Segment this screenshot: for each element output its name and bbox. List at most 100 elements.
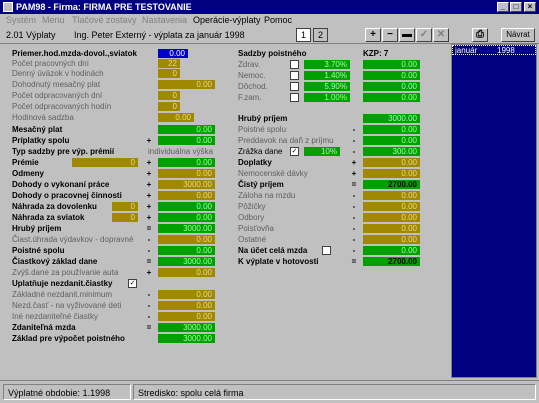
sign-cisty-prijem: = — [351, 180, 357, 189]
value-hodinova-sadzba[interactable]: 0.00 — [158, 113, 194, 122]
sign-nahrada-dovolenka: + — [146, 202, 152, 211]
value-pozicky[interactable]: 0.00 — [363, 202, 420, 211]
value-mesacny-plat: 0.00 — [158, 125, 215, 134]
value-typ-sadzby[interactable]: individuálna výška — [148, 147, 213, 156]
value-dohody-cinnost[interactable]: 0.00 — [158, 191, 215, 200]
value-odmeny[interactable]: 0.00 — [158, 169, 215, 178]
uplatnuje-checkbox[interactable]: ✓ — [128, 279, 137, 288]
value-poistovna[interactable]: 0.00 — [363, 224, 420, 233]
na-ucet-checkbox[interactable] — [322, 246, 331, 255]
label-ine-nezdanitelne: Iné nezdaniteľné čiastky — [12, 312, 98, 321]
value-dochod: 0.00 — [363, 82, 420, 91]
label-ciastkovy-zaklad: Čiastkový základ dane — [12, 257, 98, 266]
rate-nemoc: 1.40% — [304, 71, 350, 80]
sign-dohody-vykonanie: + — [146, 180, 152, 189]
label-nahrada-dovolenka: Náhrada za dovolenku — [12, 202, 97, 211]
menu-bar: Systém Menu Tlačové zostavy Nastavenia O… — [0, 14, 539, 26]
dochod-checkbox[interactable] — [290, 82, 299, 91]
label-nemocenske: Nemocenské dávky — [238, 169, 308, 178]
menu-system[interactable]: Systém — [6, 15, 36, 25]
maximize-button[interactable]: □ — [510, 2, 522, 12]
status-period: Výplatné obdobie: 1.1998 — [3, 384, 131, 400]
remove-button[interactable]: − — [382, 28, 398, 42]
rate-dochod: 5.90% — [304, 82, 350, 91]
label-nemoc: Nemoc. — [238, 71, 266, 80]
label-zdrav: Zdrav. — [238, 60, 261, 69]
label-mesacny-plat: Mesačný plat — [12, 125, 63, 134]
value-dohody-vykonanie[interactable]: 3000.00 — [158, 180, 215, 189]
sign-vyzivovane-deti: - — [147, 301, 151, 310]
value-pocet-dni[interactable]: 22 — [158, 59, 180, 68]
period-month: január — [455, 46, 478, 55]
back-button[interactable]: Návrat — [501, 28, 535, 42]
pct-premie[interactable]: 0 — [72, 158, 138, 167]
value-nemocenske[interactable]: 0.00 — [363, 169, 420, 178]
page-2-button[interactable]: 2 — [313, 28, 328, 42]
app-icon — [3, 2, 13, 12]
value-ine-nezdanitelne[interactable]: 0.00 — [158, 312, 215, 321]
label-zaloha: Záloha na mzdu — [238, 191, 296, 200]
add-button[interactable]: + — [365, 28, 381, 42]
value-na-ucet: 0.00 — [363, 246, 420, 255]
pct-nahrada-sviatok[interactable]: 0 — [112, 213, 138, 222]
sign-ostatne: - — [352, 235, 356, 244]
value-poistne-left: 0.00 — [158, 246, 215, 255]
value-doplatky[interactable]: 0.00 — [363, 158, 420, 167]
value-odpracovane-hodiny[interactable]: 0 — [158, 102, 180, 111]
value-nezdanitelne-minimum[interactable]: 0.00 — [158, 290, 215, 299]
page-1-button[interactable]: 1 — [296, 28, 311, 42]
label-preddavok: Preddavok na daň z príjmu — [238, 136, 334, 145]
minimize-button[interactable]: _ — [497, 2, 509, 12]
label-dochod: Dôchod. — [238, 82, 268, 91]
nemoc-checkbox[interactable] — [290, 71, 299, 80]
printer-icon[interactable]: ⎙ — [472, 28, 488, 42]
fzam-checkbox[interactable] — [290, 93, 299, 102]
label-k-vyplate: K výplate v hotovosti — [238, 257, 319, 266]
label-dohodnuty-plat: Dohodnutý mesačný plat — [12, 80, 101, 89]
label-odpracovane-hodiny: Počet odpracovaných hodín — [12, 102, 112, 111]
zdrav-checkbox[interactable] — [290, 60, 299, 69]
value-zvysenie-auto[interactable]: 0.00 — [158, 268, 215, 277]
label-vyzivovane-deti: Nezd.časť - na vyživované deti — [12, 301, 122, 310]
value-odbory[interactable]: 0.00 — [363, 213, 420, 222]
delete-button[interactable]: ▬ — [399, 28, 415, 42]
value-k-vyplate: 2700.00 — [363, 257, 420, 266]
value-denny-uvazok[interactable]: 0 — [158, 69, 180, 78]
sign-pozicky: - — [352, 202, 356, 211]
sign-na-ucet: - — [352, 246, 356, 255]
confirm-button[interactable]: ✓ — [416, 28, 432, 42]
menu-settings[interactable]: Nastavenia — [142, 15, 187, 25]
value-priemer[interactable]: 0.00 — [158, 49, 188, 58]
value-dohodnuty-plat[interactable]: 0.00 — [158, 80, 215, 89]
label-fzam: F.zam. — [238, 93, 262, 102]
value-dopravne[interactable]: 0.00 — [158, 235, 215, 244]
sign-ciastkovy-zaklad: = — [146, 257, 152, 266]
label-nezdanitelne-minimum: Základné nezdanit.minimum — [12, 290, 113, 299]
menu-operations[interactable]: Operácie-výplaty — [193, 15, 261, 25]
sign-poistovna: - — [352, 224, 356, 233]
period-list[interactable]: január 1998 — [451, 44, 537, 378]
value-odpracovane-dni[interactable]: 0 — [158, 91, 180, 100]
menu-print[interactable]: Tlačové zostavy — [72, 15, 137, 25]
period-list-item[interactable]: január 1998 — [452, 45, 536, 55]
cancel-button[interactable]: ✕ — [433, 28, 449, 42]
value-poistne: 0.00 — [363, 125, 420, 134]
employee-label: Ing. Peter Externý - výplata za január 1… — [74, 30, 245, 40]
sign-hruby-prijem-left: = — [146, 224, 152, 233]
close-button[interactable]: × — [524, 2, 536, 12]
menu-help[interactable]: Pomoc — [264, 15, 292, 25]
pct-nahrada-dovolenka[interactable]: 0 — [112, 202, 138, 211]
value-zaloha[interactable]: 0.00 — [363, 191, 420, 200]
value-priplatky: 0.00 — [158, 136, 215, 145]
sign-odmeny: + — [146, 169, 152, 178]
label-poistne: Poistné spolu — [238, 125, 287, 134]
sign-doplatky: + — [351, 158, 357, 167]
sign-ine-nezdanitelne: - — [147, 312, 151, 321]
value-ostatne[interactable]: 0.00 — [363, 235, 420, 244]
window-title: PAM98 - Firma: FIRMA PRE TESTOVANIE — [16, 2, 192, 12]
value-vyzivovane-deti[interactable]: 0.00 — [158, 301, 215, 310]
zrazka-checkbox[interactable]: ✓ — [290, 147, 299, 156]
menu-menu[interactable]: Menu — [42, 15, 65, 25]
label-odbory: Odbory — [238, 213, 265, 222]
sign-zdanitelna-mzda: = — [146, 323, 152, 332]
